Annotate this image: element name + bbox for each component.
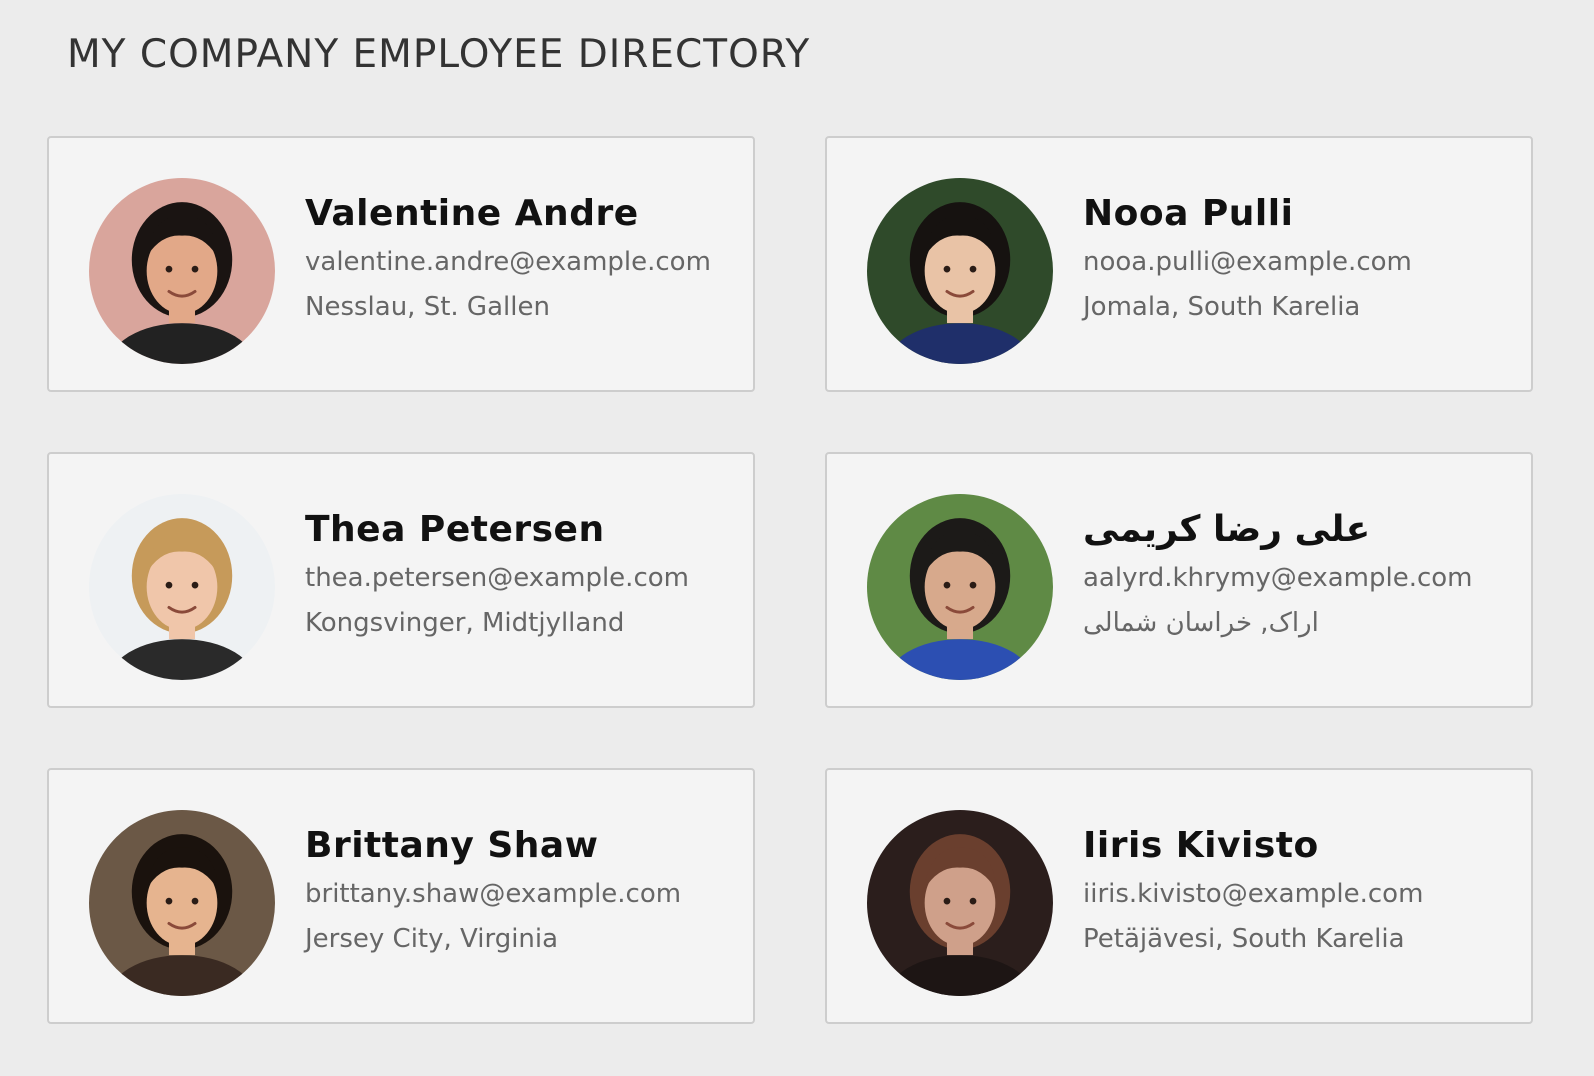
employee-name: Thea Petersen	[305, 509, 605, 550]
avatar	[867, 810, 1053, 996]
employee-location: Jersey City, Virginia	[305, 924, 559, 954]
employee-card[interactable]: Nooa Pulli nooa.pulli@example.com Jomala…	[825, 136, 1533, 392]
employee-grid: Valentine Andre valentine.andre@example.…	[47, 136, 1557, 1024]
employee-location: Kongsvinger, Midtjylland	[305, 608, 625, 638]
employee-location: Nesslau, St. Gallen	[305, 292, 550, 322]
employee-info: علی رضا کریمی aalyrd.khrymy@example.com …	[1083, 506, 1521, 641]
employee-card[interactable]: Brittany Shaw brittany.shaw@example.com …	[47, 768, 755, 1024]
photo-valentine-andre	[89, 178, 275, 364]
photo-ali-reza-karimi	[867, 494, 1053, 680]
employee-info: Brittany Shaw brittany.shaw@example.com …	[305, 822, 743, 957]
employee-info: Thea Petersen thea.petersen@example.com …	[305, 506, 743, 641]
employee-info: Nooa Pulli nooa.pulli@example.com Jomala…	[1083, 190, 1521, 325]
employee-card[interactable]: Iiris Kivisto iiris.kivisto@example.com …	[825, 768, 1533, 1024]
employee-card[interactable]: علی رضا کریمی aalyrd.khrymy@example.com …	[825, 452, 1533, 708]
avatar	[89, 178, 275, 364]
employee-email: thea.petersen@example.com	[305, 563, 689, 593]
employee-email: nooa.pulli@example.com	[1083, 247, 1412, 277]
employee-card[interactable]: Thea Petersen thea.petersen@example.com …	[47, 452, 755, 708]
employee-email: aalyrd.khrymy@example.com	[1083, 563, 1473, 593]
avatar	[867, 178, 1053, 364]
photo-thea-petersen	[89, 494, 275, 680]
employee-email: iiris.kivisto@example.com	[1083, 879, 1424, 909]
employee-name: Brittany Shaw	[305, 825, 599, 866]
employee-info: Valentine Andre valentine.andre@example.…	[305, 190, 743, 325]
employee-name: علی رضا کریمی	[1083, 509, 1371, 550]
employee-name: Nooa Pulli	[1083, 193, 1294, 234]
photo-nooa-pulli	[867, 178, 1053, 364]
employee-email: valentine.andre@example.com	[305, 247, 711, 277]
employee-card[interactable]: Valentine Andre valentine.andre@example.…	[47, 136, 755, 392]
avatar	[867, 494, 1053, 680]
avatar	[89, 810, 275, 996]
photo-iiris-kivisto	[867, 810, 1053, 996]
avatar	[89, 494, 275, 680]
employee-location: اراک, خراسان شمالی	[1083, 608, 1319, 638]
page-title: MY COMPANY EMPLOYEE DIRECTORY	[67, 32, 811, 77]
employee-name: Iiris Kivisto	[1083, 825, 1319, 866]
employee-info: Iiris Kivisto iiris.kivisto@example.com …	[1083, 822, 1521, 957]
employee-location: Petäjävesi, South Karelia	[1083, 924, 1405, 954]
employee-location: Jomala, South Karelia	[1083, 292, 1361, 322]
employee-name: Valentine Andre	[305, 193, 639, 234]
photo-brittany-shaw	[89, 810, 275, 996]
employee-email: brittany.shaw@example.com	[305, 879, 682, 909]
